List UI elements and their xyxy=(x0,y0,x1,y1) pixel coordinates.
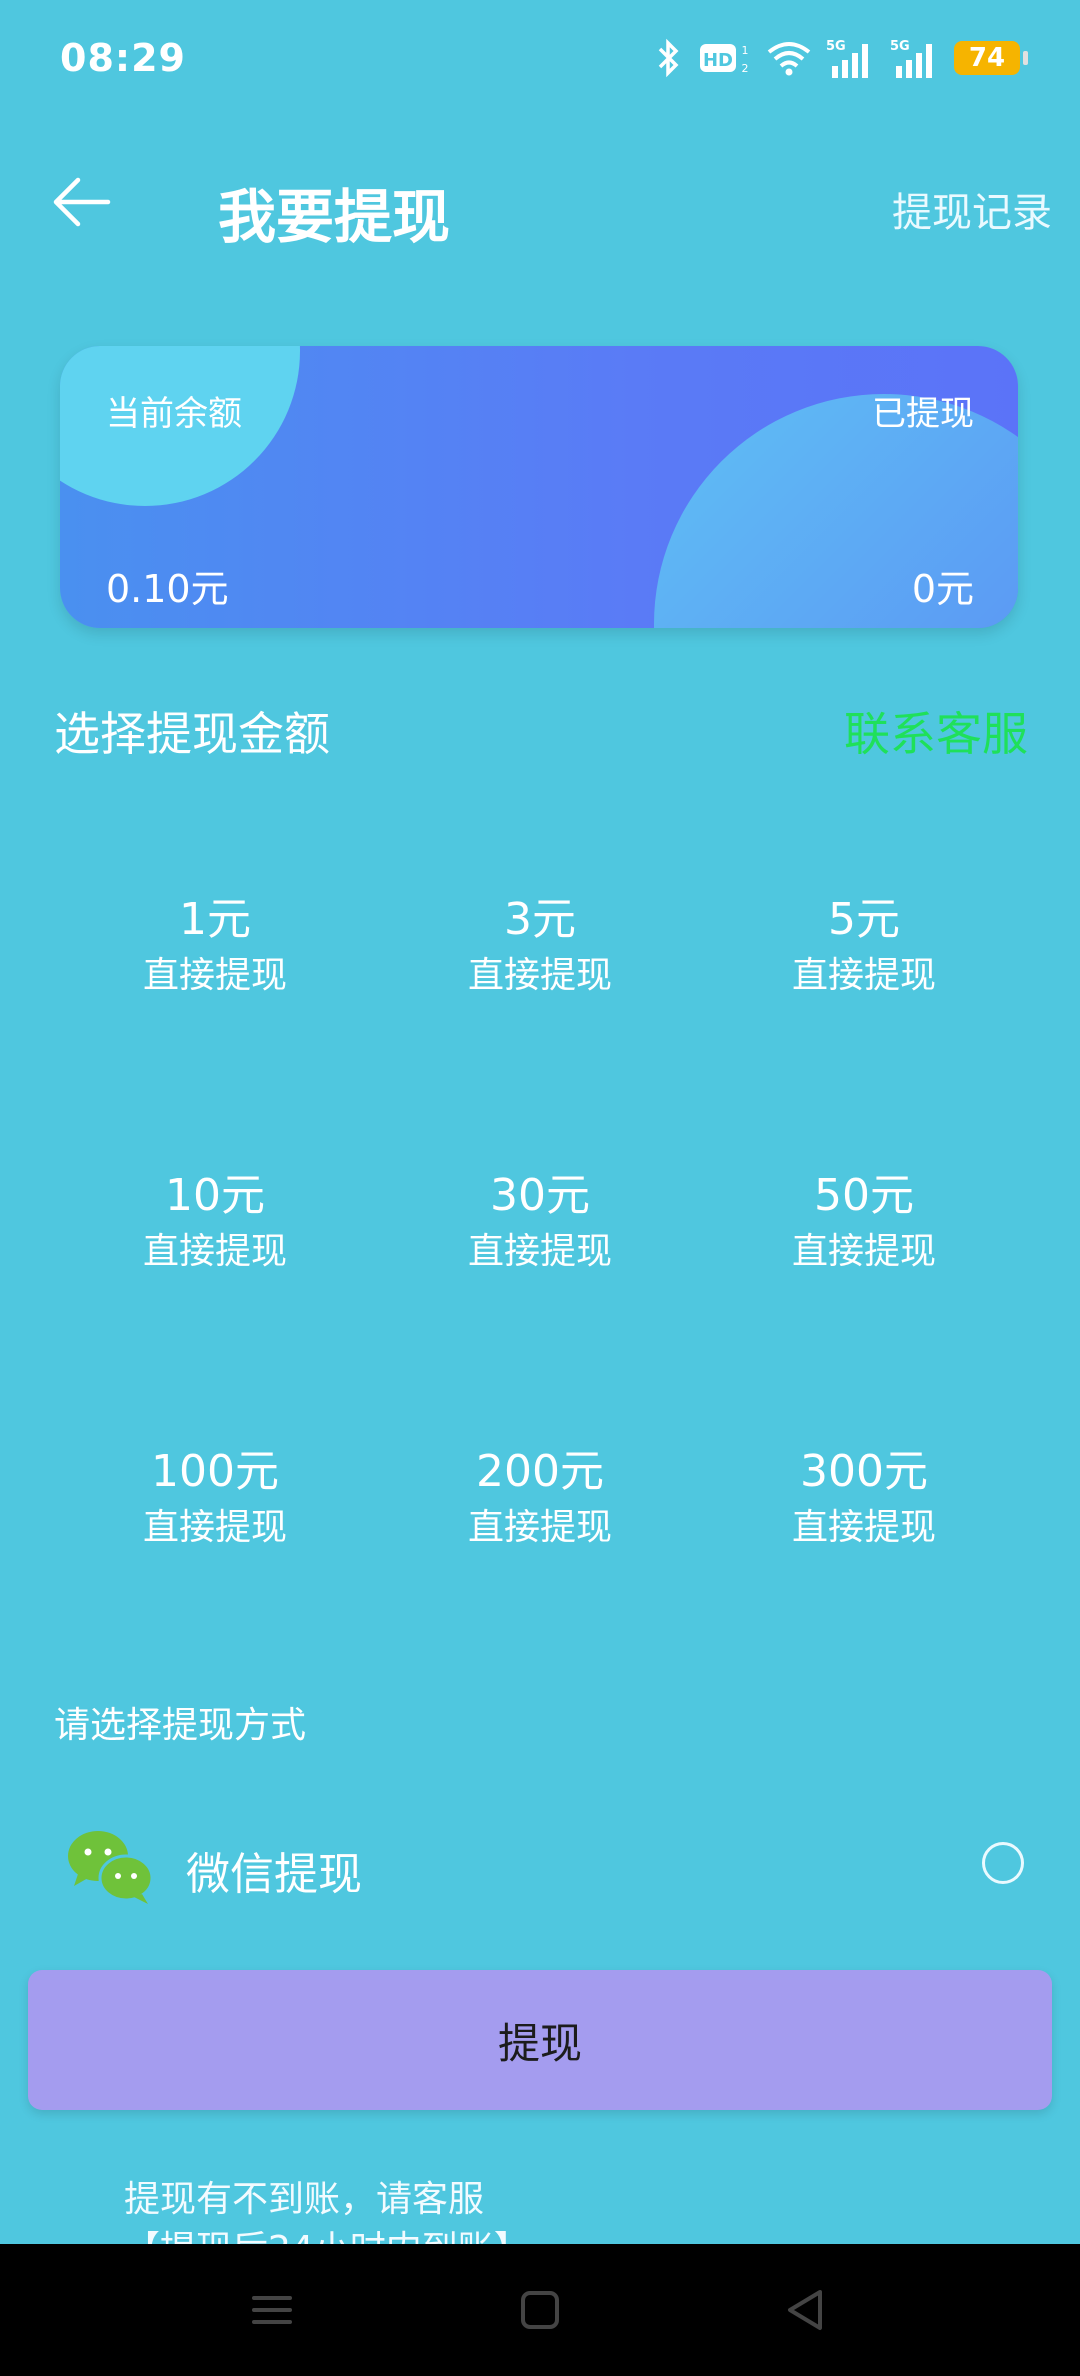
withdrawn-value: 0元 xyxy=(911,567,974,611)
balance-card: 当前余额 已提现 0.10元 0元 xyxy=(60,346,1018,628)
wechat-method-label: 微信提现 xyxy=(186,1849,362,1900)
withdraw-note: 提现有不到账，请客服 xyxy=(124,2179,485,2220)
svg-text:5G: 5G xyxy=(826,39,846,54)
wechat-icon xyxy=(64,1826,156,1906)
amount-option[interactable]: 200元 直接提现 xyxy=(380,1444,700,1584)
amount-subtitle: 直接提现 xyxy=(791,1507,936,1548)
amount-option[interactable]: 5元 直接提现 xyxy=(704,892,1024,1032)
amount-subtitle: 直接提现 xyxy=(467,1507,612,1548)
status-bar: 08:29 HD 1 2 5G 5G 74 xyxy=(0,0,1080,120)
signal-5g-icon: 5G xyxy=(826,36,876,80)
withdraw-history-link[interactable]: 提现记录 xyxy=(892,180,1052,238)
page-title: 我要提现 xyxy=(218,183,451,251)
amount-value: 50元 xyxy=(814,1170,914,1221)
amount-value: 10元 xyxy=(165,1170,265,1221)
amount-option[interactable]: 1元 直接提现 xyxy=(55,892,375,1032)
wechat-method-row[interactable]: 微信提现 xyxy=(0,1816,1080,1916)
hd-icon: HD 1 2 xyxy=(698,36,752,80)
amount-option[interactable]: 300元 直接提现 xyxy=(704,1444,1024,1584)
withdrawn-label: 已提现 xyxy=(872,394,974,434)
top-bar: 我要提现 提现记录 xyxy=(0,150,1080,260)
amount-value: 5元 xyxy=(828,894,900,945)
battery-indicator: 74 xyxy=(954,41,1028,75)
amount-subtitle: 直接提现 xyxy=(142,955,287,996)
back-triangle-icon[interactable] xyxy=(778,2282,834,2338)
amount-value: 100元 xyxy=(151,1446,279,1497)
amount-subtitle: 直接提现 xyxy=(791,1231,936,1272)
amount-option[interactable]: 3元 直接提现 xyxy=(380,892,700,1032)
amount-value: 300元 xyxy=(800,1446,928,1497)
status-time: 08:29 xyxy=(60,36,186,80)
svg-text:2: 2 xyxy=(742,62,749,75)
home-icon[interactable] xyxy=(512,2282,568,2338)
amount-value: 3元 xyxy=(504,894,576,945)
contact-support-link[interactable]: 联系客服 xyxy=(844,698,1028,764)
amount-value: 1元 xyxy=(179,894,251,945)
svg-text:5G: 5G xyxy=(890,39,910,54)
status-icons: HD 1 2 5G 5G 74 xyxy=(654,34,1028,82)
amount-subtitle: 直接提现 xyxy=(467,1231,612,1272)
back-arrow-icon[interactable] xyxy=(50,172,120,232)
current-balance-value: 0.10元 xyxy=(106,567,229,611)
amount-option[interactable]: 10元 直接提现 xyxy=(55,1168,375,1308)
amount-option[interactable]: 100元 直接提现 xyxy=(55,1444,375,1584)
amount-option[interactable]: 50元 直接提现 xyxy=(704,1168,1024,1308)
menu-icon[interactable] xyxy=(244,2282,300,2338)
current-balance-label: 当前余额 xyxy=(106,394,242,434)
signal-5g-icon: 5G xyxy=(890,36,940,80)
amount-subtitle: 直接提现 xyxy=(142,1231,287,1272)
method-section-title: 请选择提现方式 xyxy=(54,1705,307,1746)
amount-option[interactable]: 30元 直接提现 xyxy=(380,1168,700,1308)
svg-text:HD: HD xyxy=(703,50,733,71)
bluetooth-icon xyxy=(654,36,684,80)
amount-section-title: 选择提现金额 xyxy=(54,707,330,761)
withdraw-submit-button[interactable]: 提现 xyxy=(28,1970,1052,2110)
amount-value: 200元 xyxy=(476,1446,604,1497)
amount-subtitle: 直接提现 xyxy=(791,955,936,996)
amount-value: 30元 xyxy=(490,1170,590,1221)
wifi-icon xyxy=(766,36,812,80)
wechat-radio[interactable] xyxy=(982,1842,1024,1884)
system-nav-bar xyxy=(0,2244,1080,2376)
svg-text:1: 1 xyxy=(742,44,749,57)
amount-subtitle: 直接提现 xyxy=(467,955,612,996)
amount-subtitle: 直接提现 xyxy=(142,1507,287,1548)
